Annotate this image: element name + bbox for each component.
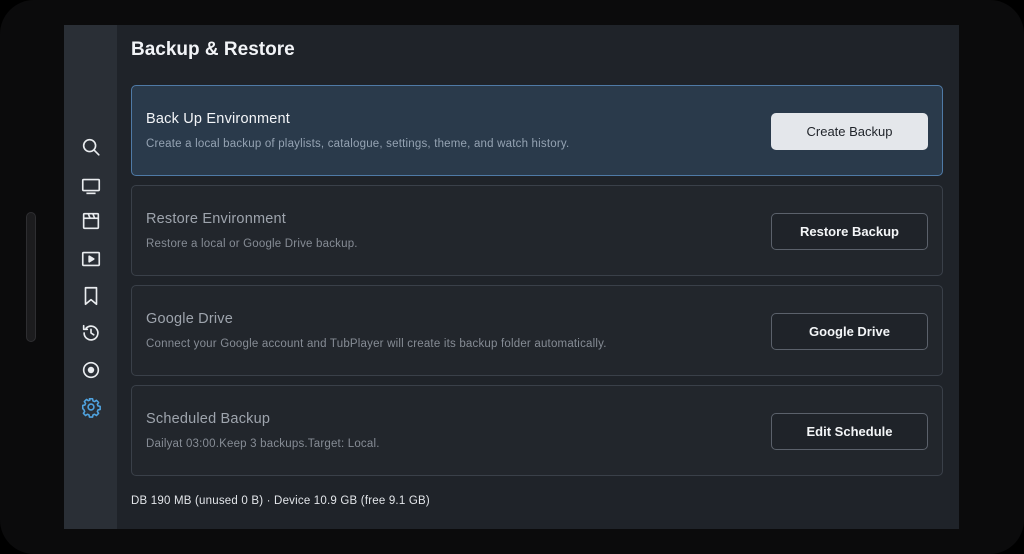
- storage-info: DB 190 MB (unused 0 B) · Device 10.9 GB …: [131, 495, 430, 507]
- device-frame: Backup & Restore Back Up Environment Cre…: [0, 0, 1024, 554]
- edit-schedule-button[interactable]: Edit Schedule: [771, 413, 928, 450]
- card-description: Dailyat 03:00.Keep 3 backups.Target: Loc…: [146, 438, 380, 450]
- card-description: Restore a local or Google Drive backup.: [146, 238, 358, 250]
- device-side-button: [26, 212, 36, 342]
- video-playlist-icon[interactable]: [79, 247, 103, 271]
- page-title: Backup & Restore: [131, 39, 295, 60]
- clapperboard-icon[interactable]: [79, 209, 103, 233]
- settings-gear-icon[interactable]: [79, 395, 103, 419]
- card-title: Back Up Environment: [146, 111, 291, 127]
- record-icon[interactable]: [79, 358, 103, 382]
- google-drive-button[interactable]: Google Drive: [771, 313, 928, 350]
- history-icon[interactable]: [79, 321, 103, 345]
- card-description: Connect your Google account and TubPlaye…: [146, 338, 607, 350]
- main-content: Backup & Restore Back Up Environment Cre…: [117, 25, 959, 529]
- card-google-drive[interactable]: Google Drive Connect your Google account…: [131, 285, 943, 376]
- card-title: Restore Environment: [146, 211, 286, 227]
- card-restore-environment[interactable]: Restore Environment Restore a local or G…: [131, 185, 943, 276]
- card-description: Create a local backup of playlists, cata…: [146, 138, 570, 150]
- search-icon[interactable]: [79, 135, 103, 159]
- app-screen: Backup & Restore Back Up Environment Cre…: [64, 25, 959, 529]
- card-title: Google Drive: [146, 311, 234, 327]
- tv-icon[interactable]: [79, 174, 103, 198]
- bookmark-icon[interactable]: [79, 284, 103, 308]
- create-backup-button[interactable]: Create Backup: [771, 113, 928, 150]
- navigation-rail: [64, 25, 117, 529]
- card-scheduled-backup[interactable]: Scheduled Backup Dailyat 03:00.Keep 3 ba…: [131, 385, 943, 476]
- card-title: Scheduled Backup: [146, 411, 271, 427]
- card-back-up-environment[interactable]: Back Up Environment Create a local backu…: [131, 85, 943, 176]
- restore-backup-button[interactable]: Restore Backup: [771, 213, 928, 250]
